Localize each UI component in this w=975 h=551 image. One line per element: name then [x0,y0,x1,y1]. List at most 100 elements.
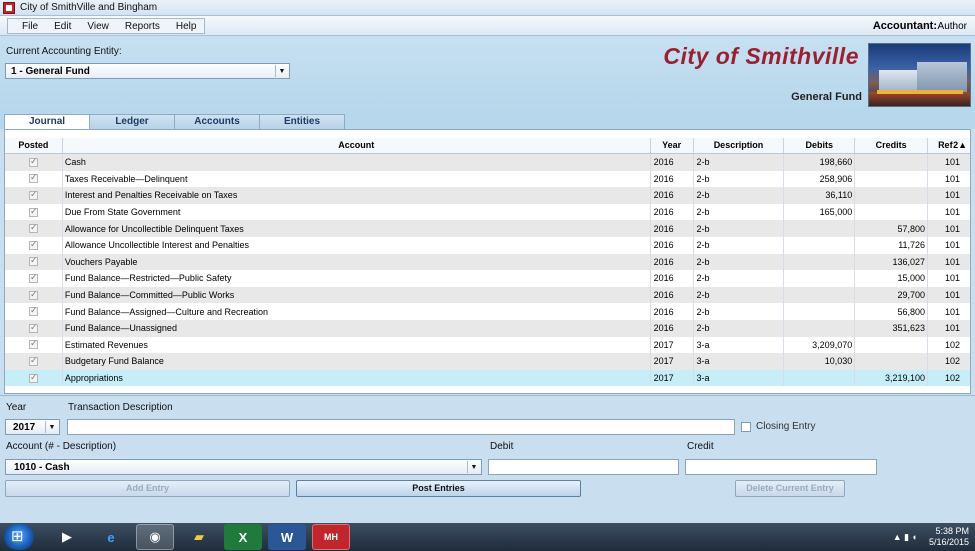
checkbox-icon[interactable] [28,172,38,184]
ref-cell: 101 [944,157,960,168]
checkbox-icon[interactable] [741,421,751,432]
year-select[interactable]: 2017 ▼ [5,419,60,435]
col-year[interactable]: Year [650,138,694,153]
menu-help[interactable]: Help [168,21,205,32]
table-row[interactable]: Cash20162-b198,660 101 [5,154,970,171]
media-player-icon[interactable]: ▶ [48,524,86,550]
posted-checkbox[interactable] [5,220,63,237]
tab-journal[interactable]: Journal [4,114,90,130]
menu-file[interactable]: File [8,21,46,32]
year-cell: 2016 [651,187,694,204]
table-row[interactable]: Allowance Uncollectible Interest and Pen… [5,236,970,254]
table-row[interactable]: Estimated Revenues20173-a3,209,070 102 [5,336,970,354]
posted-checkbox[interactable] [5,154,63,171]
tab-bar: Journal Ledger Accounts Entities [0,112,975,130]
menu-view[interactable]: View [79,21,117,32]
debit-cell: 36,110 [784,187,856,204]
col-credits[interactable]: Credits [855,138,929,153]
credit-cell: 29,700 [855,286,929,304]
excel-icon[interactable]: X [224,524,262,550]
start-button[interactable] [4,524,34,550]
checkbox-icon[interactable] [28,206,38,217]
checkbox-icon[interactable] [28,338,38,350]
delete-entry-button[interactable]: Delete Current Entry [735,480,845,497]
debit-input[interactable] [488,459,679,475]
checkbox-icon[interactable] [28,355,38,366]
table-row[interactable]: Budgetary Fund Balance20173-a10,030 102 [5,353,970,370]
menu-reports[interactable]: Reports [117,21,168,32]
credit-cell [855,336,929,354]
journal-grid[interactable]: Posted Account Year Description Debits C… [4,129,971,394]
posted-checkbox[interactable] [5,353,63,370]
checkbox-icon[interactable] [28,255,38,267]
chevron-down-icon[interactable]: ▼ [467,461,480,473]
word-icon[interactable]: W [268,524,306,550]
posted-checkbox[interactable] [5,319,63,337]
col-account[interactable]: Account [62,138,651,153]
entity-select[interactable]: 1 - General Fund ▼ [5,63,290,79]
ref-cell: 102 [944,339,960,350]
checkbox-icon[interactable] [28,156,38,167]
table-row[interactable]: Fund Balance—Assigned—Culture and Recrea… [5,303,970,320]
checkbox-icon[interactable] [28,289,38,300]
description-cell: 2-b [694,220,785,237]
table-row[interactable]: Fund Balance—Restricted—Public Safety201… [5,270,970,287]
credit-cell: 3,219,100 [855,369,929,387]
col-posted[interactable]: Posted [5,138,63,153]
tab-ledger[interactable]: Ledger [89,114,175,129]
accountant-name: Author [937,21,967,32]
posted-checkbox[interactable] [5,336,63,354]
table-row[interactable]: Vouchers Payable20162-b 136,027 101 [5,253,970,271]
table-row[interactable]: Fund Balance—Committed—Public Works20162… [5,286,970,304]
ref-cell: 101 [944,207,960,218]
chevron-down-icon[interactable]: ▼ [275,65,288,77]
table-row[interactable]: Allowance for Uncollectible Delinquent T… [5,220,970,237]
account-cell: Cash [63,154,651,171]
add-entry-button[interactable]: Add Entry [5,480,290,497]
posted-checkbox[interactable] [5,369,63,387]
checkbox-icon[interactable] [28,189,38,200]
txn-description-input[interactable] [67,419,735,435]
tab-entities[interactable]: Entities [259,114,345,129]
checkbox-icon[interactable] [28,222,38,234]
posted-checkbox[interactable] [5,303,63,320]
col-description[interactable]: Description [693,138,785,153]
file-explorer-icon[interactable]: ▰ [180,524,218,550]
posted-checkbox[interactable] [5,187,63,204]
posted-checkbox[interactable] [5,253,63,271]
table-row[interactable]: Appropriations20173-a 3,219,100 102 [5,369,970,387]
table-row[interactable]: Interest and Penalties Receivable on Tax… [5,187,970,204]
mcgraw-hill-icon[interactable]: MH [312,524,350,550]
posted-checkbox[interactable] [5,236,63,254]
col-ref[interactable]: Ref 2▲ [928,138,970,153]
checkbox-icon[interactable] [28,272,38,283]
internet-explorer-icon[interactable]: e [92,524,130,550]
posted-checkbox[interactable] [5,170,63,188]
menu-edit[interactable]: Edit [46,21,79,32]
account-select-value: 1010 - Cash [14,461,70,473]
system-clock[interactable]: 5:38 PM 5/16/2015 [929,526,969,548]
checkbox-icon[interactable] [28,322,38,333]
tab-accounts[interactable]: Accounts [174,114,260,129]
credit-input[interactable] [685,459,877,475]
year-label: Year [6,402,27,413]
posted-checkbox[interactable] [5,286,63,304]
post-entries-button[interactable]: Post Entries [296,480,581,497]
checkbox-icon[interactable] [28,372,38,383]
checkbox-icon[interactable] [28,239,38,250]
tray-icons[interactable]: ▲ ▮ ◖ [893,532,917,543]
col-debits[interactable]: Debits [784,138,856,153]
chrome-icon[interactable]: ◉ [136,524,174,550]
entity-label: Current Accounting Entity: [6,46,122,57]
description-cell: 3-a [694,369,785,387]
entry-form: Year Transaction Description 2017 ▼ Clos… [0,395,975,523]
table-row[interactable]: Fund Balance—Unassigned20162-b 351,623 101 [5,319,970,337]
posted-checkbox[interactable] [5,203,63,221]
checkbox-icon[interactable] [28,305,38,317]
posted-checkbox[interactable] [5,270,63,287]
table-row[interactable]: Due From State Government20162-b165,000 1… [5,203,970,221]
account-select[interactable]: 1010 - Cash ▼ [5,459,482,475]
chevron-down-icon[interactable]: ▼ [45,421,58,433]
closing-entry-checkbox[interactable]: Closing Entry [741,421,815,432]
table-row[interactable]: Taxes Receivable—Delinquent20162-b258,90… [5,170,970,188]
